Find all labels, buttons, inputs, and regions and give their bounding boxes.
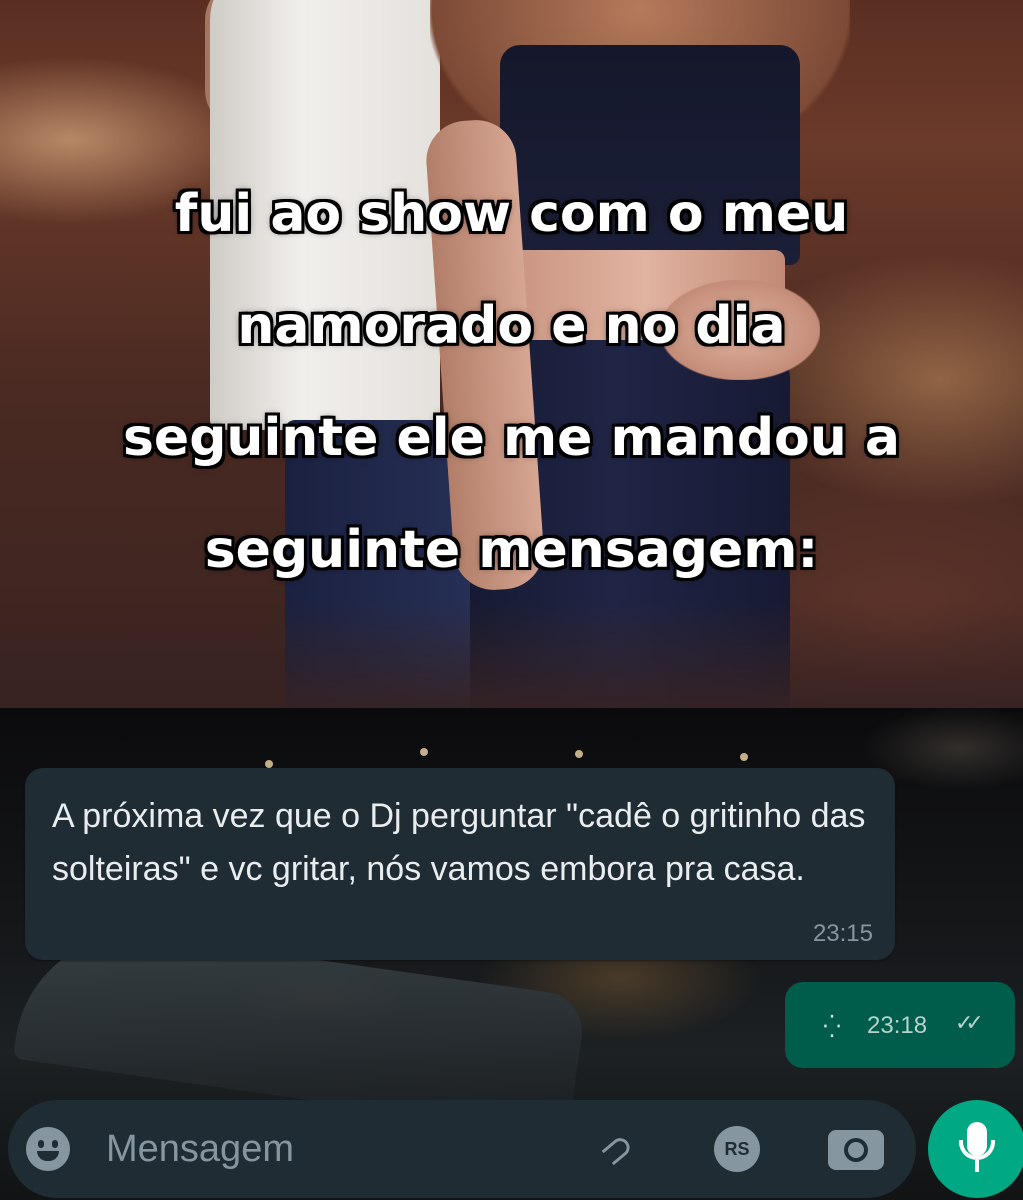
incoming-message-bubble[interactable]: A próxima vez que o Dj perguntar "cadê o… — [25, 768, 895, 960]
outgoing-message-bubble[interactable]: ⁛ 23:18 ✓✓ — [785, 982, 1015, 1068]
message-input[interactable]: Mensagem — [106, 1128, 294, 1171]
double-check-icon: ✓✓ — [955, 1010, 984, 1035]
background-light — [740, 753, 748, 761]
floor-shadow — [0, 600, 1023, 708]
microphone-icon-base — [975, 1160, 979, 1172]
caption-line: seguinte mensagem: — [204, 520, 819, 580]
message-input-bar[interactable]: Mensagem ⊃ RS — [8, 1100, 916, 1198]
caption-line: fui ao show com o meu — [174, 184, 849, 244]
incoming-message-text: A próxima vez que o Dj perguntar "cadê o… — [52, 797, 866, 888]
emoji-mouth — [37, 1151, 59, 1161]
emoji-icon[interactable] — [26, 1127, 70, 1171]
chat-screen: A próxima vez que o Dj perguntar "cadê o… — [0, 708, 1023, 1200]
sticker-icon: ⁛ — [823, 1014, 841, 1039]
background-light — [265, 760, 273, 768]
camera-icon[interactable] — [828, 1130, 884, 1170]
microphone-icon-stand — [959, 1140, 995, 1160]
meme-caption: fui ao show com o meu namorado e no dia … — [40, 158, 983, 606]
background-light — [420, 748, 428, 756]
paperclip-icon[interactable]: ⊃ — [590, 1119, 647, 1177]
rs-payment-icon[interactable]: RS — [714, 1126, 760, 1172]
caption-line: namorado e no dia — [237, 296, 786, 356]
microphone-button[interactable] — [928, 1100, 1023, 1198]
background-light — [575, 750, 583, 758]
background-photo: fui ao show com o meu namorado e no dia … — [0, 0, 1023, 708]
incoming-message-time: 23:15 — [812, 920, 873, 947]
outgoing-message-time: 23:18 — [867, 1012, 928, 1039]
caption-line: seguinte ele me mandou a — [122, 408, 900, 468]
